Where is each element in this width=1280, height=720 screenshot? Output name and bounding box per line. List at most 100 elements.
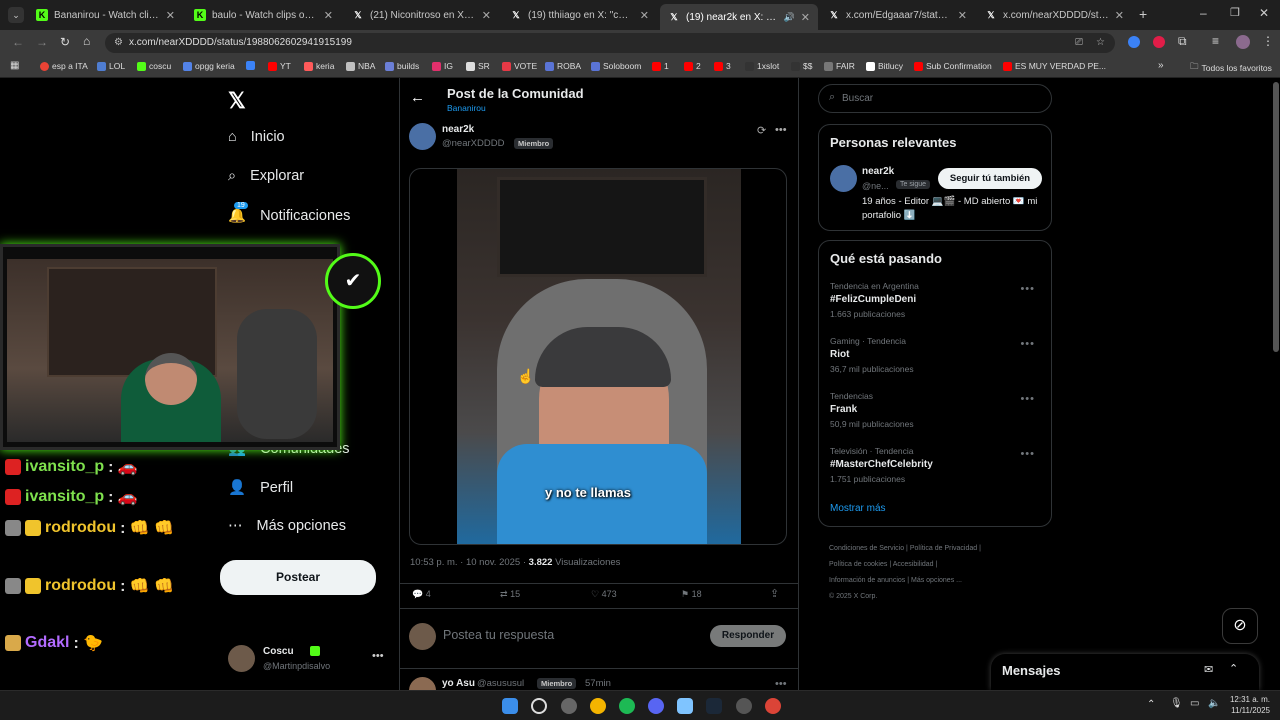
- like-action[interactable]: ♡ 473: [591, 589, 617, 600]
- bookmark[interactable]: Bitlucy: [866, 61, 903, 71]
- tray-chevron-icon[interactable]: ⌃: [1147, 699, 1155, 710]
- profile-avatar[interactable]: [1236, 35, 1250, 49]
- minimize-icon[interactable]: –: [1200, 6, 1207, 20]
- x-logo[interactable]: 𝕏: [228, 88, 246, 114]
- browser-tab[interactable]: 𝕏x.com/Edgaaar7/status/19866... ✕: [820, 4, 975, 26]
- network-icon[interactable]: ▭: [1190, 698, 1199, 709]
- bookmark[interactable]: coscu: [137, 61, 171, 71]
- more-icon[interactable]: •••: [1020, 393, 1035, 405]
- extensions-puzzle-icon[interactable]: ⧉: [1178, 34, 1187, 49]
- bookmark[interactable]: builds: [385, 61, 419, 71]
- bookmark[interactable]: LOL: [97, 61, 125, 71]
- browser-tab[interactable]: 𝕏x.com/nearXDDDD/status/198... ✕: [977, 4, 1132, 26]
- bookmark[interactable]: VOTE: [502, 61, 537, 71]
- bookmarks-folder[interactable]: 🗀 Todos los favoritos: [1190, 61, 1272, 75]
- reply-row[interactable]: yo Asu @asususul Miembro 57min •••: [399, 668, 799, 690]
- grok-button[interactable]: ⊘: [1222, 608, 1258, 644]
- bookmark[interactable]: Sub Confirmation: [914, 61, 992, 71]
- browser-tab-active[interactable]: 𝕏 (19) near2k en X: "https://t... 🔊 ✕: [660, 4, 818, 30]
- discord-icon[interactable]: [648, 698, 664, 714]
- nav-profile[interactable]: 👤 Perfil: [228, 479, 293, 497]
- messages-drawer[interactable]: Mensajes ✉ ⌃: [991, 654, 1259, 690]
- volume-icon[interactable]: 🔈: [1208, 698, 1220, 709]
- search-icon[interactable]: [531, 698, 547, 714]
- author-name[interactable]: near2k: [442, 124, 474, 135]
- avatar[interactable]: [830, 165, 857, 192]
- post-timestamp[interactable]: 10:53 p. m. · 10 nov. 2025 ·: [410, 557, 529, 568]
- windows-start-icon[interactable]: [502, 698, 518, 714]
- close-icon[interactable]: ✕: [324, 9, 333, 22]
- app-icon[interactable]: [561, 698, 577, 714]
- url-bar[interactable]: ⚙ x.com/nearXDDDD/status/198806260294191…: [105, 33, 1115, 53]
- more-icon[interactable]: •••: [1020, 448, 1035, 460]
- scrollbar[interactable]: [1273, 82, 1279, 352]
- grok-icon[interactable]: ⟳: [757, 124, 766, 137]
- bookmark[interactable]: ES MUY VERDAD PE...: [1003, 61, 1106, 71]
- author-handle[interactable]: @nearXDDDD: [442, 138, 504, 149]
- reply-button[interactable]: Responder: [710, 625, 786, 647]
- bookmark[interactable]: IG: [432, 61, 453, 71]
- home-icon[interactable]: ⌂: [83, 34, 90, 48]
- close-icon[interactable]: ✕: [1115, 9, 1124, 22]
- apps-icon[interactable]: ▦: [10, 60, 19, 71]
- chrome-menu-icon[interactable]: ⋮: [1262, 34, 1274, 48]
- bookmark-action[interactable]: ⚑ 18: [681, 589, 702, 600]
- reply-action[interactable]: 💬 4: [412, 589, 431, 600]
- close-icon[interactable]: ✕: [166, 9, 175, 22]
- site-info-icon[interactable]: ⚙: [114, 33, 123, 53]
- bookmark[interactable]: [246, 61, 258, 70]
- bookmark[interactable]: 2: [684, 61, 701, 71]
- spotify-icon[interactable]: [619, 698, 635, 714]
- forward-icon[interactable]: →: [36, 35, 48, 49]
- steam-icon[interactable]: [706, 698, 722, 714]
- browser-tab[interactable]: 𝕏 (19) tthiiago en X: "cuando pre... ✕: [502, 4, 657, 26]
- browser-tab[interactable]: K Bananirou - Watch clips on Kick ✕: [28, 4, 183, 26]
- window-close-icon[interactable]: ✕: [1259, 6, 1269, 20]
- browser-tab[interactable]: Kbaulo - Watch clips on Kick ✕: [186, 4, 341, 26]
- trend-item[interactable]: Tendencia en Argentina #FelizCumpleDeni …: [830, 281, 1045, 319]
- chrome-icon[interactable]: [765, 698, 781, 714]
- more-icon[interactable]: •••: [1020, 283, 1035, 295]
- bookmark[interactable]: 1: [652, 61, 669, 71]
- bookmark[interactable]: FAIR: [824, 61, 855, 71]
- maximize-icon[interactable]: ❐: [1230, 6, 1240, 19]
- install-icon[interactable]: ⎚: [1075, 33, 1083, 53]
- back-arrow-icon[interactable]: ←: [410, 89, 425, 106]
- star-icon[interactable]: ☆: [1096, 33, 1105, 53]
- bookmark[interactable]: 1xslot: [745, 61, 779, 71]
- back-icon[interactable]: ←: [12, 35, 24, 49]
- extension-icon[interactable]: [1128, 36, 1140, 48]
- more-icon[interactable]: •••: [372, 650, 384, 662]
- video-player[interactable]: y no te llamas: [409, 168, 787, 545]
- reload-icon[interactable]: ↻: [60, 35, 70, 49]
- nav-home[interactable]: ⌂ Inicio: [228, 129, 285, 145]
- repost-action[interactable]: ⇄ 15: [500, 589, 520, 600]
- extension-icon[interactable]: [1153, 36, 1165, 48]
- nav-notifications[interactable]: 🔔 19 Notificaciones: [228, 202, 350, 224]
- chevron-up-icon[interactable]: ⌃: [1229, 662, 1238, 675]
- bookmark[interactable]: NBA: [346, 61, 375, 71]
- media-icon[interactable]: ≡: [1212, 34, 1219, 48]
- more-icon[interactable]: •••: [775, 124, 787, 136]
- trend-item[interactable]: Televisión · Tendencia #MasterChefCelebr…: [830, 446, 1045, 484]
- tab-search-button[interactable]: ⌄: [8, 7, 24, 23]
- close-icon[interactable]: ✕: [801, 11, 810, 24]
- search-input[interactable]: ⌕ Buscar: [818, 84, 1052, 113]
- trend-item[interactable]: Gaming · Tendencia Riot 36,7 mil publica…: [830, 336, 1045, 374]
- author-avatar[interactable]: [409, 123, 436, 150]
- bookmark[interactable]: Soloboom: [591, 61, 641, 71]
- chrome-icon[interactable]: [590, 698, 606, 714]
- mic-icon[interactable]: 🎙: [1170, 698, 1183, 709]
- footer-link[interactable]: Política de cookies: [829, 561, 887, 568]
- bookmark[interactable]: keria: [304, 61, 334, 71]
- person-name[interactable]: near2k: [862, 166, 894, 177]
- bookmark[interactable]: 3: [714, 61, 731, 71]
- footer-link[interactable]: Condiciones de Servicio: [829, 545, 904, 552]
- bookmark[interactable]: esp a ITA: [40, 61, 88, 71]
- bookmark[interactable]: opgg keria: [183, 61, 235, 71]
- bookmark[interactable]: SR: [466, 61, 490, 71]
- more-icon[interactable]: •••: [775, 678, 787, 690]
- account-switcher[interactable]: Coscu @Martinpdisalvo •••: [228, 644, 388, 674]
- app-icon[interactable]: [736, 698, 752, 714]
- new-message-icon[interactable]: ✉: [1204, 663, 1213, 676]
